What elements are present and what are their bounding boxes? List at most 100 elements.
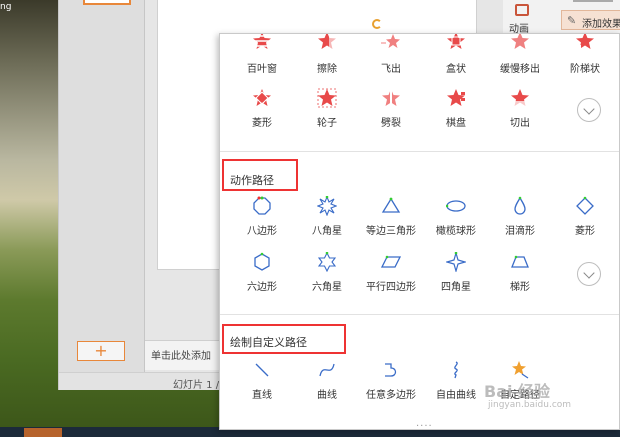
path-trapezoid[interactable]: 梯形 <box>488 248 552 296</box>
box-star-icon <box>447 34 465 49</box>
loading-icon <box>372 19 382 29</box>
parallelogram-path-icon <box>381 255 401 268</box>
teardrop-path-icon <box>514 196 526 215</box>
path-label: 菱形 <box>575 226 595 237</box>
effect-steps[interactable]: 阶梯状 <box>553 34 617 82</box>
path-label: 八边形 <box>247 226 277 237</box>
custom-curve[interactable]: 曲线 <box>295 356 359 404</box>
chevron-down-icon <box>583 267 595 279</box>
path-label: 四角星 <box>441 282 471 293</box>
effect-label: 切出 <box>510 118 530 129</box>
watermark-url: jingyan.baidu.com <box>488 400 572 410</box>
path-label: 等边三角形 <box>366 226 416 237</box>
effect-blinds[interactable]: 百叶窗 <box>230 34 294 82</box>
custom-line[interactable]: 直线 <box>230 356 294 404</box>
effect-label: 棋盘 <box>446 118 466 129</box>
animation-icon[interactable] <box>515 4 529 16</box>
eight-star-path-icon <box>317 196 337 216</box>
custom-freeform[interactable]: 任意多边形 <box>359 356 423 404</box>
path-football[interactable]: 橄榄球形 <box>424 192 488 240</box>
diamond-path-icon <box>576 196 594 215</box>
custom-path-label: 自由曲线 <box>436 390 476 401</box>
pane-divider <box>573 0 613 2</box>
path-hexagon[interactable]: 六边形 <box>230 248 294 296</box>
path-eight-star[interactable]: 八角星 <box>295 192 359 240</box>
effect-checkerboard[interactable]: 棋盘 <box>424 84 488 132</box>
more-motion-paths-button[interactable] <box>577 262 601 286</box>
highlight-box <box>222 159 298 191</box>
triangle-path-icon <box>381 197 401 213</box>
watermark-logo: Bai 经验 <box>484 382 551 401</box>
fly-in-star-icon <box>381 34 400 48</box>
highlight-box <box>222 324 346 354</box>
more-entrance-effects-button[interactable] <box>577 98 601 122</box>
desktop-icon-label: ng <box>0 2 12 12</box>
blinds-star-icon <box>253 34 271 49</box>
slide-counter: 幻灯片 1 / <box>173 380 220 391</box>
path-label: 橄榄球形 <box>436 226 476 237</box>
effect-wipe[interactable]: 擦除 <box>295 34 359 82</box>
path-six-star[interactable]: 六角星 <box>295 248 359 296</box>
slide-thumbnail[interactable] <box>83 0 131 5</box>
custom-star-icon <box>512 361 529 379</box>
effect-wheel[interactable]: 轮子 <box>295 84 359 132</box>
effect-diamond[interactable]: 菱形 <box>230 84 294 132</box>
hexagon-path-icon <box>254 252 270 271</box>
path-triangle[interactable]: 等边三角形 <box>359 192 423 240</box>
path-parallelogram[interactable]: 平行四边形 <box>359 248 423 296</box>
add-slide-button[interactable]: + <box>77 341 125 361</box>
pencil-icon: ✎ <box>567 14 577 27</box>
section-divider <box>220 314 619 315</box>
football-path-icon <box>446 200 466 212</box>
four-star-path-icon <box>446 252 466 272</box>
wheel-star-icon <box>317 88 337 108</box>
path-four-star[interactable]: 四角星 <box>424 248 488 296</box>
path-label: 泪滴形 <box>505 226 535 237</box>
effect-fly-in[interactable]: 飞出 <box>359 34 423 82</box>
custom-path-label: 直线 <box>252 390 272 401</box>
effect-label: 盒状 <box>446 64 466 75</box>
add-effect-button[interactable]: ✎ 添加效果 <box>561 10 620 30</box>
taskbar-button[interactable] <box>24 428 62 437</box>
slide-thumbnail-panel: + <box>59 0 145 372</box>
effect-box[interactable]: 盒状 <box>424 34 488 82</box>
effect-label: 轮子 <box>317 118 337 129</box>
chevron-down-icon <box>583 103 595 115</box>
steps-star-icon <box>575 34 595 51</box>
effect-label: 劈裂 <box>381 118 401 129</box>
effect-label: 百叶窗 <box>247 64 277 75</box>
effect-label: 菱形 <box>252 118 272 129</box>
custom-scribble[interactable]: 自由曲线 <box>424 356 488 404</box>
checkerboard-star-icon <box>447 89 465 106</box>
notes-placeholder: 单击此处添加 <box>151 351 211 362</box>
custom-path-label: 任意多边形 <box>366 390 416 401</box>
effect-peek[interactable]: 切出 <box>488 84 552 132</box>
curve-icon <box>319 363 335 377</box>
effect-label: 擦除 <box>317 64 337 75</box>
effect-label: 缓慢移出 <box>500 64 540 75</box>
path-teardrop[interactable]: 泪滴形 <box>488 192 552 240</box>
path-label: 梯形 <box>510 282 530 293</box>
add-effect-label: 添加效果 <box>582 19 620 30</box>
octagon-path-icon <box>253 196 271 215</box>
six-star-path-icon <box>317 252 337 272</box>
section-divider <box>220 151 619 152</box>
path-label: 八角星 <box>312 226 342 237</box>
effect-label: 飞出 <box>381 64 401 75</box>
effects-dropdown: 百叶窗 擦除 飞出 盒状 缓慢移出 阶梯状 菱形 轮子 劈裂 棋盘 切出 动作路… <box>219 33 620 430</box>
freeform-icon <box>385 363 397 377</box>
effect-label: 阶梯状 <box>570 64 600 75</box>
scribble-icon <box>454 361 458 379</box>
custom-path-label: 曲线 <box>317 390 337 401</box>
effect-ease-out[interactable]: 缓慢移出 <box>488 34 552 82</box>
ease-out-star-icon <box>511 34 529 49</box>
path-label: 六边形 <box>247 282 277 293</box>
path-diamond[interactable]: 菱形 <box>553 192 617 240</box>
diamond-star-icon <box>253 89 271 106</box>
more-indicator: .... <box>416 418 433 429</box>
trapezoid-path-icon <box>511 255 529 268</box>
effect-split[interactable]: 劈裂 <box>359 84 423 132</box>
path-label: 六角星 <box>312 282 342 293</box>
path-octagon[interactable]: 八边形 <box>230 192 294 240</box>
split-star-icon <box>382 88 400 108</box>
